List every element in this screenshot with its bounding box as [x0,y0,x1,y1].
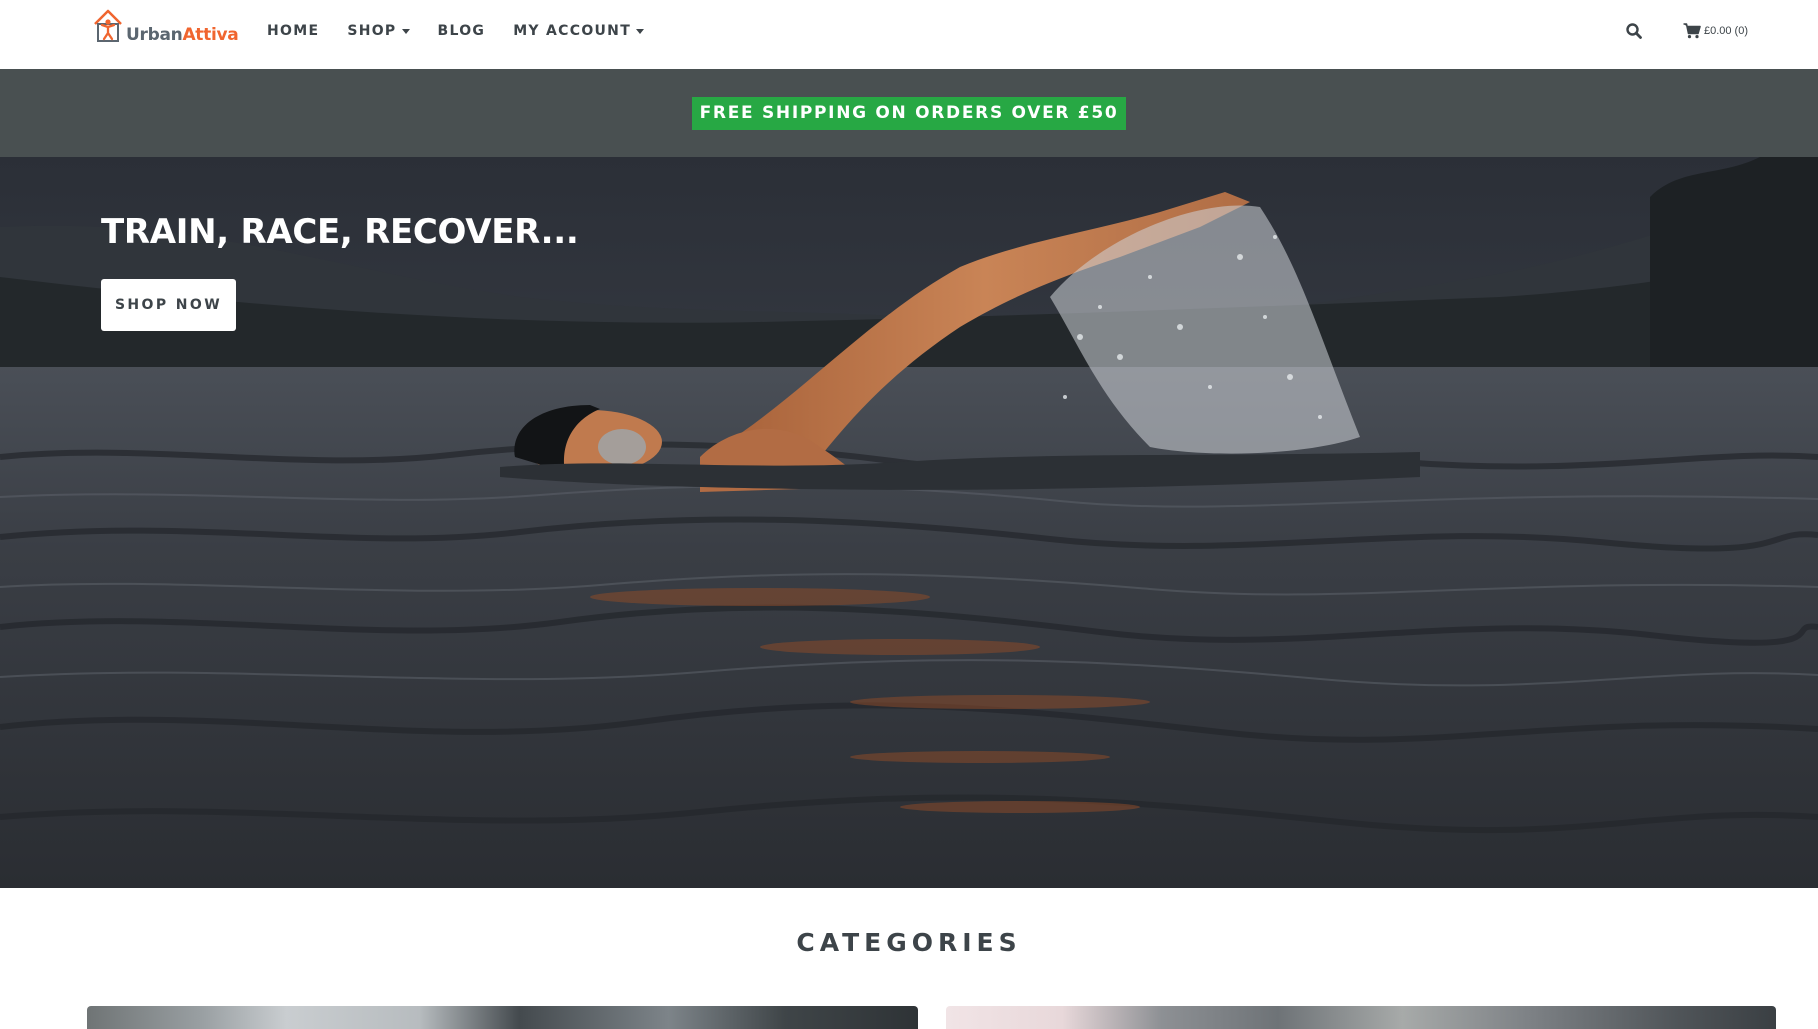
logo-house-icon [94,9,122,42]
nav-utilities: £0.00 (0) [1625,0,1748,62]
hero-title: TRAIN, RACE, RECOVER... [101,212,579,252]
free-shipping-badge: FREE SHIPPING ON ORDERS OVER £50 [691,96,1127,130]
caret-down-icon [401,28,410,34]
cart-icon [1683,23,1701,39]
search-icon[interactable] [1625,22,1643,40]
nav-shop-label: SHOP [347,23,397,39]
category-card[interactable] [87,1006,918,1029]
hero-banner: TRAIN, RACE, RECOVER... SHOP NOW [0,157,1818,888]
category-card[interactable] [946,1006,1776,1029]
caret-down-icon [636,28,645,34]
top-navbar: UrbanAttiva HOME SHOP BLOG MY ACCOUNT £0… [0,0,1818,69]
nav-blog[interactable]: BLOG [438,23,486,39]
categories-heading: CATEGORIES [796,928,1022,957]
brand-name: UrbanAttiva [126,25,239,45]
nav-my-account-label: MY ACCOUNT [513,23,632,39]
nav-home-label: HOME [267,23,320,39]
nav-blog-label: BLOG [437,23,486,39]
cart-total: £0.00 (0) [1703,25,1748,37]
brand-logo[interactable]: UrbanAttiva [92,6,239,46]
cart-button[interactable]: £0.00 (0) [1683,23,1748,39]
main-nav: HOME SHOP BLOG MY ACCOUNT [267,0,672,62]
promo-bar: FREE SHIPPING ON ORDERS OVER £50 [0,69,1818,157]
brand-name-part1: Urban [126,25,183,45]
nav-shop[interactable]: SHOP [347,23,410,39]
brand-name-part2: Attiva [182,25,239,45]
nav-my-account[interactable]: MY ACCOUNT [513,23,645,39]
hero-swimmer-image [0,157,1818,888]
shop-now-button[interactable]: SHOP NOW [101,279,236,331]
nav-home[interactable]: HOME [267,23,319,39]
